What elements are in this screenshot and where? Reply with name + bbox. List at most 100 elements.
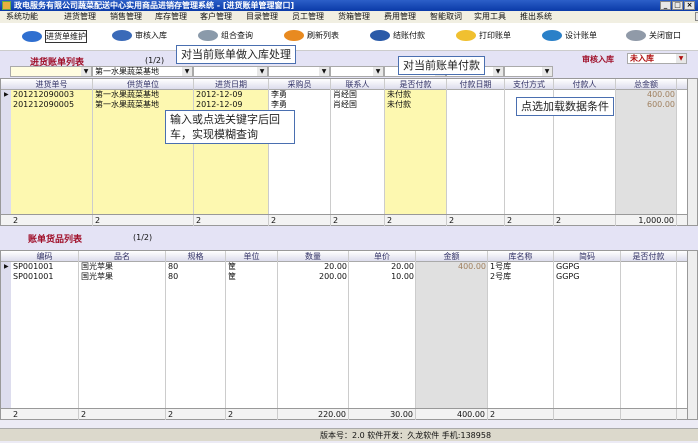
filter-date[interactable]: ▼ xyxy=(193,66,268,77)
table-cell: 2号库 xyxy=(490,272,512,281)
callout-load: 点选加载数据条件 xyxy=(516,97,614,116)
table-cell: 李勇 xyxy=(271,100,287,109)
filter-contact[interactable]: ▼ xyxy=(330,66,384,77)
filter-supplier[interactable]: 第一水果蔬菜基地 ▼ xyxy=(92,66,193,77)
menu-item[interactable]: 货箱管理 xyxy=(338,11,370,23)
table-cell: 筐 xyxy=(228,262,236,271)
table-cell: 400.00 xyxy=(458,262,486,271)
menu-item[interactable]: 实用工具 xyxy=(474,11,506,23)
filter-buyer[interactable]: ▼ xyxy=(268,66,330,77)
toolbar: 进货单维护 审核入库 组合查询 刷新列表 结账付款 打印账单 设计账单 关闭窗口 xyxy=(0,23,698,51)
toolbar-icon xyxy=(22,31,42,42)
column-header[interactable]: 金额 xyxy=(416,251,488,262)
column-header[interactable]: 付款人 xyxy=(554,79,616,90)
table-cell: SP001001 xyxy=(13,262,54,271)
footer-cell xyxy=(554,409,621,420)
column-header[interactable]: 付款日期 xyxy=(447,79,505,90)
vertical-scrollbar[interactable] xyxy=(687,250,698,420)
toolbar-label: 设计账单 xyxy=(565,31,597,40)
column-header[interactable]: 单价 xyxy=(349,251,416,262)
column-header[interactable]: 品名 xyxy=(79,251,166,262)
footer-cell: 2 xyxy=(385,215,447,226)
column-header[interactable]: 单位 xyxy=(226,251,278,262)
menu-item[interactable]: 费用管理 xyxy=(384,11,416,23)
grid-footer: 2 2 2 2 2 2 2 2 2 1,000.00 xyxy=(1,214,687,226)
grid-footer: 2 2 2 2 220.00 30.00 400.00 2 xyxy=(1,408,687,420)
callout-pay: 对当前账单付款 xyxy=(398,56,485,75)
table-cell: 筐 xyxy=(228,272,236,281)
filter-pay-method[interactable]: ▼ xyxy=(504,66,553,77)
grid-header: 进货单号 供货单位 进货日期 采购员 联系人 是否付款 付款日期 支付方式 付款人 总金额 xyxy=(1,79,687,90)
column-header[interactable]: 数量 xyxy=(278,251,349,262)
footer-cell: 2 xyxy=(93,215,194,226)
table-cell: 10.00 xyxy=(391,272,414,281)
column-header[interactable]: 进货单号 xyxy=(11,79,93,90)
filter-bill-no[interactable]: ▼ xyxy=(10,66,92,77)
menu-item[interactable]: 系统功能 xyxy=(6,11,38,23)
footer-cell: 2 xyxy=(11,215,93,226)
toolbar-label: 进货单维护 xyxy=(45,30,87,43)
column-header[interactable]: 总金额 xyxy=(616,79,677,90)
toolbar-button[interactable]: 关闭窗口 xyxy=(626,30,681,41)
footer-cell: 2 xyxy=(11,409,79,420)
toolbar-button[interactable]: 组合查询 xyxy=(198,30,253,41)
menu-item[interactable]: 智能取词 xyxy=(430,11,462,23)
toolbar-button[interactable]: 进货单维护 xyxy=(22,30,87,43)
column-header[interactable]: 联系人 xyxy=(331,79,385,90)
callout-search: 输入或点选关键字后回车，实现模糊查询 xyxy=(165,110,295,144)
audit-filter-select[interactable]: 未入库 ▼ xyxy=(627,53,687,64)
table-cell xyxy=(621,262,677,272)
column-header[interactable]: 库名称 xyxy=(488,251,554,262)
minimize-button[interactable]: _ xyxy=(660,1,671,10)
menu-item[interactable]: 客户管理 xyxy=(200,11,232,23)
column-header[interactable]: 进货日期 xyxy=(194,79,269,90)
table-cell: 未付款 xyxy=(387,90,411,99)
menu-item[interactable]: 销售管理 xyxy=(110,11,142,23)
menu-item[interactable]: 进货管理 xyxy=(64,11,96,23)
title-bar: 政电服务有限公司蔬菜配送中心实用商品进销存管理系统 - [进货账单管理窗口] _… xyxy=(0,0,698,11)
menu-item[interactable]: 目录管理 xyxy=(246,11,278,23)
table-row[interactable]: ▶ SP001001 国光苹果 80 筐 20.00 20.00 400.00 1号库 GGPG xyxy=(1,262,687,272)
table-cell: 肖经国 xyxy=(333,90,357,99)
items-grid[interactable]: 编码 品名 规格 单位 数量 单价 金额 库名称 简码 是否付款 ▶ SP001001 国光苹果 80 筐 2… xyxy=(0,250,698,420)
footer-cell: 1,000.00 xyxy=(616,215,677,226)
column-header[interactable]: 是否付款 xyxy=(385,79,447,90)
toolbar-button[interactable]: 审核入库 xyxy=(112,30,167,41)
menu-bar: _▫× 系统功能进货管理销售管理库存管理客户管理目录管理员工管理货箱管理费用管理… xyxy=(0,11,698,23)
column-header[interactable]: 是否付款 xyxy=(621,251,677,262)
column-header[interactable]: 支付方式 xyxy=(505,79,554,90)
window-title: 政电服务有限公司蔬菜配送中心实用商品进销存管理系统 - [进货账单管理窗口] xyxy=(14,1,295,10)
toolbar-button[interactable]: 结账付款 xyxy=(370,30,425,41)
table-cell: 2012-12-09 xyxy=(196,100,243,109)
column-header[interactable]: 采购员 xyxy=(269,79,331,90)
column-header[interactable]: 规格 xyxy=(166,251,226,262)
column-header[interactable]: 编码 xyxy=(11,251,79,262)
toolbar-button[interactable]: 刷新列表 xyxy=(284,30,339,41)
footer-cell: 400.00 xyxy=(416,409,488,420)
menu-item[interactable]: 推出系统 xyxy=(520,11,552,23)
items-page: (1/2) xyxy=(133,233,153,242)
toolbar-button[interactable]: 打印账单 xyxy=(456,30,511,41)
audit-filter-value: 未入库 xyxy=(630,54,654,63)
column-header[interactable]: 供货单位 xyxy=(93,79,194,90)
items-section-header: 账单货品列表 (1/2) xyxy=(0,226,698,250)
footer-cell: 2 xyxy=(488,409,554,420)
current-row-icon: ▶ xyxy=(4,91,9,98)
table-cell: GGPG xyxy=(556,272,580,281)
footer-cell: 2 xyxy=(226,409,278,420)
column-header[interactable]: 简码 xyxy=(554,251,621,262)
footer-cell: 2 xyxy=(79,409,166,420)
table-row[interactable]: SP001001 国光苹果 80 筐 200.00 10.00 2号库 GGPG xyxy=(1,272,687,282)
maximize-button[interactable]: □ xyxy=(672,1,683,10)
table-cell: SP001001 xyxy=(13,272,54,281)
filter-supplier-value: 第一水果蔬菜基地 xyxy=(95,67,159,76)
menu-item[interactable]: 库存管理 xyxy=(155,11,187,23)
close-button[interactable]: × xyxy=(684,1,695,10)
table-cell: 第一水果蔬菜基地 xyxy=(95,90,159,99)
table-cell xyxy=(416,272,488,282)
vertical-scrollbar[interactable] xyxy=(687,78,698,226)
toolbar-button[interactable]: 设计账单 xyxy=(542,30,597,41)
toolbar-icon xyxy=(542,30,562,41)
menu-item[interactable]: 员工管理 xyxy=(292,11,324,23)
table-cell: 400.00 xyxy=(647,90,675,99)
